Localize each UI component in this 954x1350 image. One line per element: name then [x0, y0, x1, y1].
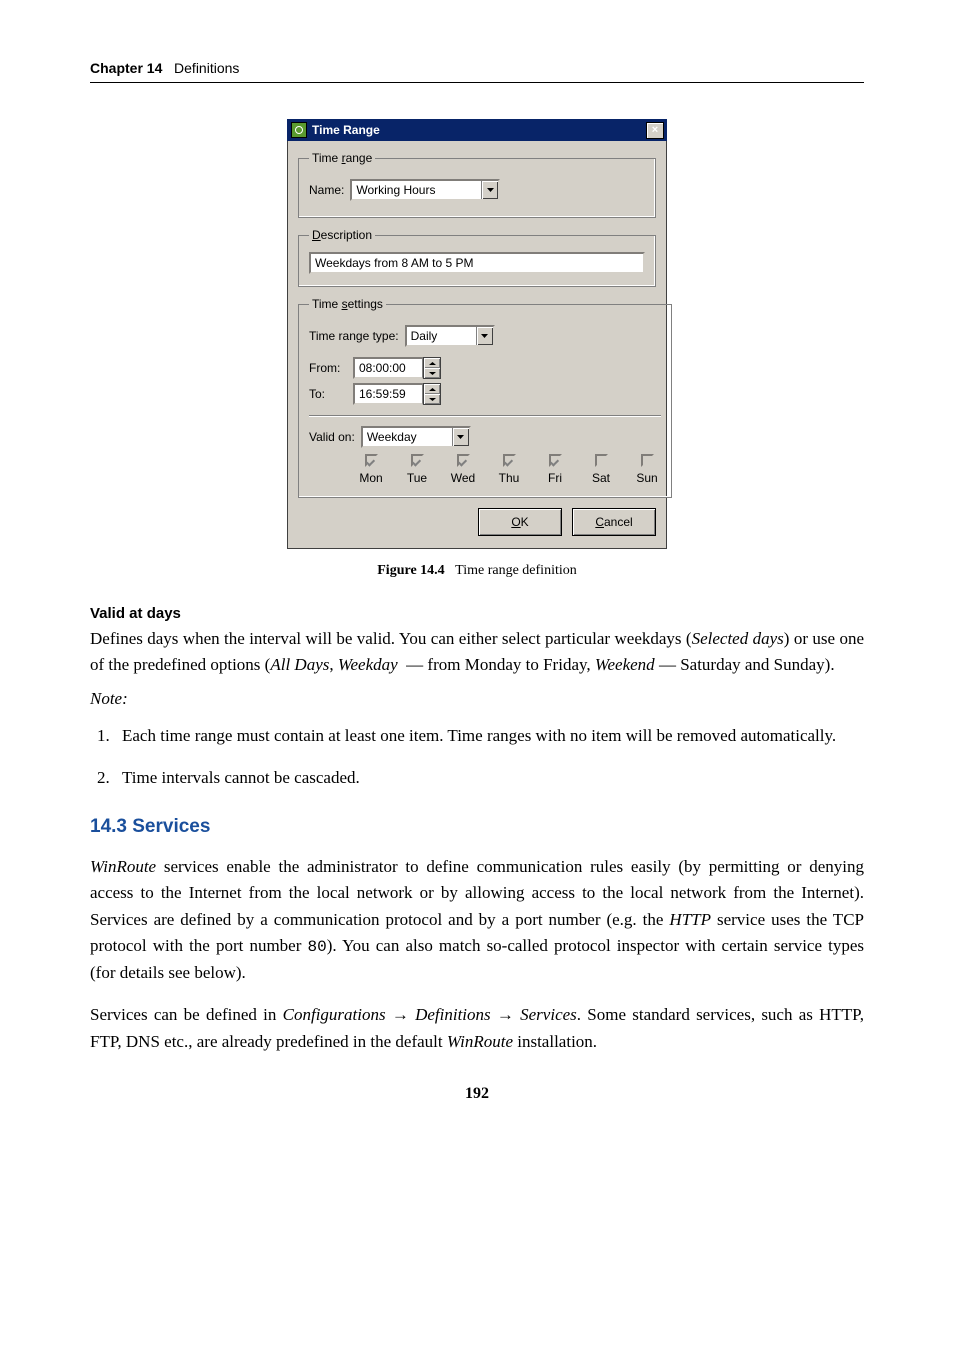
valid-at-days-term: Valid at days — [90, 605, 864, 622]
day-label: Thu — [499, 471, 520, 485]
checkbox-mon[interactable] — [365, 454, 378, 467]
valid-on-combo[interactable]: Weekday — [361, 426, 471, 448]
name-value: Working Hours — [356, 183, 435, 197]
chapter-header: Chapter 14 Definitions — [90, 60, 864, 76]
description-legend: Description — [309, 228, 375, 242]
description-group: Description Weekdays from 8 AM to 5 PM — [298, 228, 656, 287]
dialog-title: Time Range — [312, 123, 380, 137]
services-p1: WinRoute services enable the administrat… — [90, 854, 864, 986]
name-label: Name: — [309, 183, 344, 197]
day-sun: Sun — [633, 454, 661, 485]
time-range-dialog: Time Range × Time range Name: Working Ho… — [287, 119, 667, 549]
day-label: Sun — [636, 471, 657, 485]
settings-divider — [309, 415, 661, 416]
time-settings-group: Time settings Time range type: Daily Fro… — [298, 297, 672, 498]
figure-text: Time range definition — [455, 563, 577, 578]
combo-arrow-icon — [452, 428, 469, 446]
figure-label: Figure 14.4 — [377, 563, 444, 578]
day-label: Wed — [451, 471, 475, 485]
time-range-type-label: Time range type: — [309, 329, 399, 343]
spin-down-icon[interactable] — [424, 394, 440, 404]
spin-up-icon[interactable] — [424, 358, 440, 368]
from-value: 08:00:00 — [359, 361, 406, 375]
spin-down-icon[interactable] — [424, 368, 440, 378]
time-settings-legend: Time settings — [309, 297, 386, 311]
to-spinner[interactable]: 16:59:59 — [353, 383, 441, 405]
close-button[interactable]: × — [646, 122, 664, 139]
time-range-group: Time range Name: Working Hours — [298, 151, 656, 218]
ok-button[interactable]: OK — [478, 508, 562, 536]
checkbox-sat[interactable] — [595, 454, 608, 467]
dialog-titlebar: Time Range × — [287, 119, 667, 141]
checkbox-fri[interactable] — [549, 454, 562, 467]
checkbox-thu[interactable] — [503, 454, 516, 467]
day-fri: Fri — [541, 454, 569, 485]
figure-caption: Figure 14.4 Time range definition — [90, 563, 864, 579]
days-row: Mon Tue Wed Thu — [357, 454, 661, 485]
dialog-icon — [291, 122, 307, 138]
services-p2: Services can be defined in Configuration… — [90, 1002, 864, 1055]
note-label: Note: — [90, 689, 864, 709]
name-combo[interactable]: Working Hours — [350, 179, 500, 201]
time-range-type-combo[interactable]: Daily — [405, 325, 495, 347]
day-wed: Wed — [449, 454, 477, 485]
chapter-title: Definitions — [174, 60, 239, 76]
time-range-legend: Time range — [309, 151, 375, 165]
page-number: 192 — [90, 1085, 864, 1103]
checkbox-sun[interactable] — [641, 454, 654, 467]
time-range-type-value: Daily — [411, 329, 438, 343]
day-label: Fri — [548, 471, 562, 485]
day-mon: Mon — [357, 454, 385, 485]
day-thu: Thu — [495, 454, 523, 485]
close-icon: × — [652, 125, 658, 136]
spin-up-icon[interactable] — [424, 384, 440, 394]
from-spinner[interactable]: 08:00:00 — [353, 357, 441, 379]
to-label: To: — [309, 387, 347, 401]
combo-arrow-icon — [481, 181, 498, 199]
cancel-button[interactable]: Cancel — [572, 508, 656, 536]
valid-on-label: Valid on: — [309, 430, 355, 444]
to-value: 16:59:59 — [359, 387, 406, 401]
from-label: From: — [309, 361, 347, 375]
valid-at-days-body: Defines days when the interval will be v… — [90, 626, 864, 677]
day-label: Tue — [407, 471, 427, 485]
notes-list: Each time range must contain at least on… — [90, 723, 864, 790]
combo-arrow-icon — [476, 327, 493, 345]
day-sat: Sat — [587, 454, 615, 485]
day-label: Sat — [592, 471, 610, 485]
checkbox-wed[interactable] — [457, 454, 470, 467]
note-item-1: Each time range must contain at least on… — [114, 723, 864, 749]
section-heading: 14.3 Services — [90, 816, 864, 838]
description-value: Weekdays from 8 AM to 5 PM — [315, 256, 474, 270]
day-tue: Tue — [403, 454, 431, 485]
day-label: Mon — [359, 471, 382, 485]
valid-on-value: Weekday — [367, 430, 417, 444]
note-item-2: Time intervals cannot be cascaded. — [114, 765, 864, 791]
chapter-number: Chapter 14 — [90, 60, 162, 76]
header-separator — [90, 82, 864, 83]
checkbox-tue[interactable] — [411, 454, 424, 467]
description-input[interactable]: Weekdays from 8 AM to 5 PM — [309, 252, 645, 274]
